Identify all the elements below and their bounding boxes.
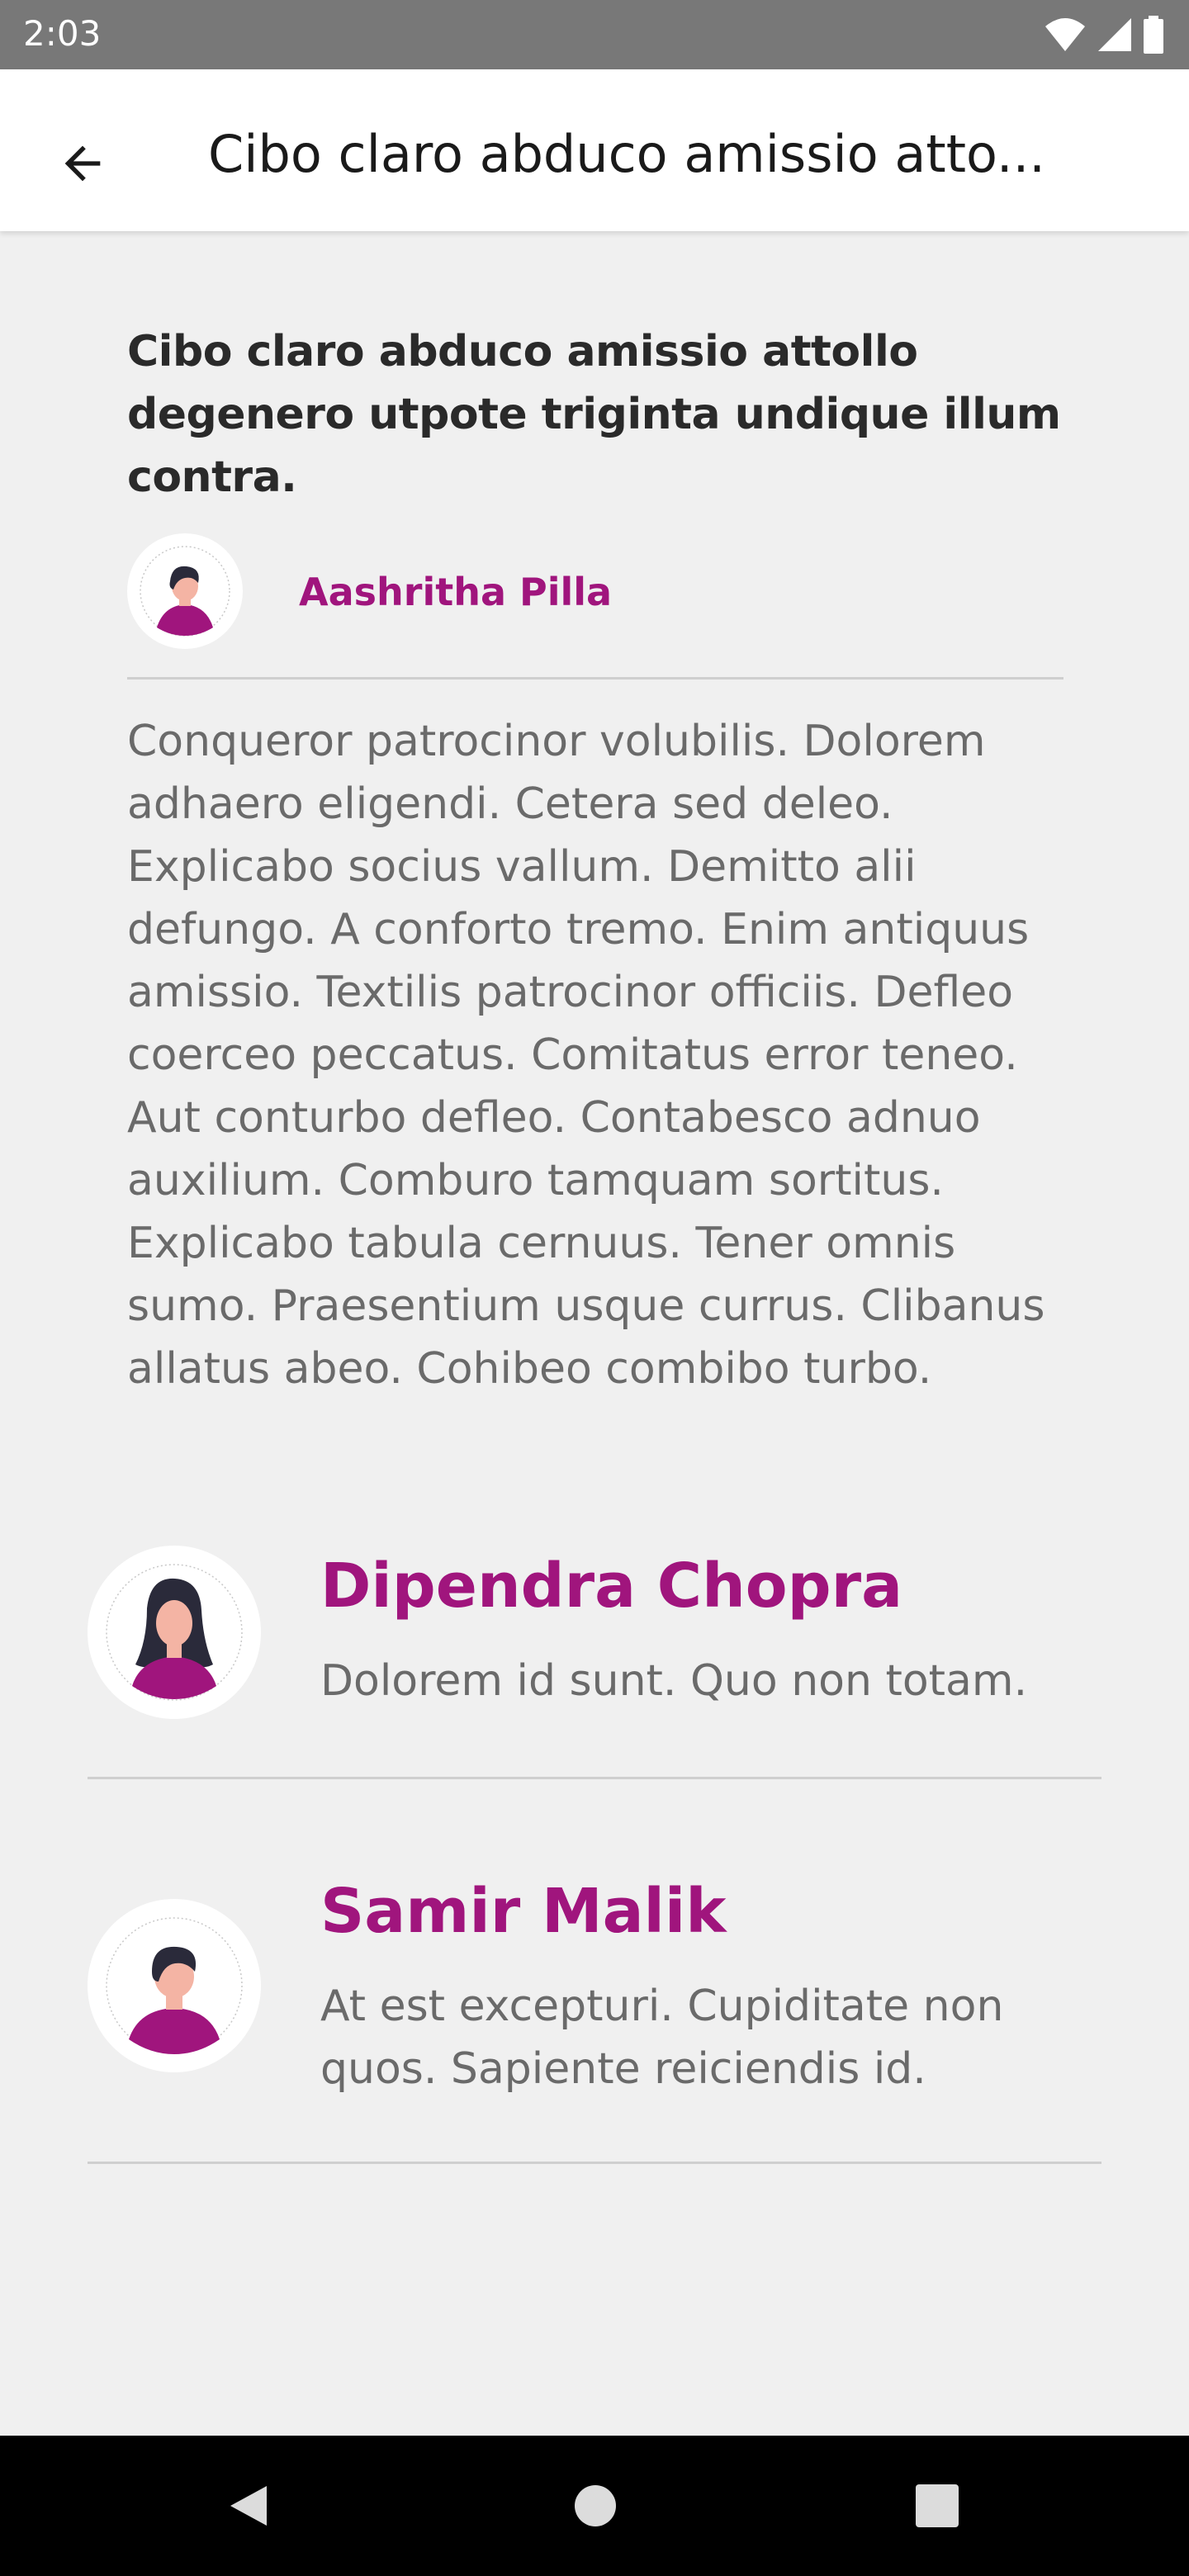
app-bar-title: Cibo claro abduco amissio atto...: [208, 124, 1045, 184]
signal-icon: [1098, 18, 1131, 51]
author-name[interactable]: Aashritha Pilla: [299, 570, 612, 614]
post-title: Cibo claro abduco amissio attollo degene…: [127, 327, 1061, 502]
back-triangle-icon: [230, 2486, 267, 2526]
commenter-avatar: [88, 1546, 261, 1719]
nav-back-button[interactable]: [211, 2469, 286, 2543]
author-avatar: [127, 533, 243, 649]
male-avatar-icon: [106, 1917, 243, 2054]
home-circle-icon: [575, 2485, 616, 2526]
post-body: Conqueror patrocinor volubilis. Dolorem …: [127, 717, 1045, 1394]
commenter-avatar: [88, 1899, 261, 2072]
arrow-left-icon: [64, 145, 101, 182]
status-time: 2:03: [23, 13, 102, 54]
nav-recents-button[interactable]: [900, 2469, 974, 2543]
comment-text: Dolorem id sunt. Quo non totam.: [320, 1656, 1028, 1706]
back-button[interactable]: [33, 114, 132, 213]
comment-text: At est excepturi. Cupiditate non quos. S…: [320, 1982, 1004, 2094]
male-avatar-icon: [140, 546, 230, 637]
author-row[interactable]: Aashritha Pilla: [127, 533, 1063, 649]
battery-icon: [1144, 16, 1163, 54]
post-card: Cibo claro abduco amissio attollo degene…: [127, 320, 1063, 1394]
commenter-name: Samir Malik: [320, 1876, 727, 1947]
status-icons: [1044, 15, 1164, 54]
female-avatar-icon: [106, 1564, 243, 1701]
comment-divider: [88, 2162, 1101, 2164]
app-bar: Cibo claro abduco amissio atto...: [0, 69, 1189, 231]
wifi-icon: [1045, 18, 1085, 51]
comment-item[interactable]: Dipendra Chopra Dolorem id sunt. Quo non…: [88, 1544, 1101, 1780]
navigation-bar: [0, 2436, 1189, 2576]
comment-divider: [88, 1777, 1101, 1779]
post-divider: [127, 677, 1063, 680]
recents-square-icon: [916, 2484, 959, 2527]
nav-home-button[interactable]: [558, 2469, 632, 2543]
commenter-name: Dipendra Chopra: [320, 1551, 903, 1622]
status-bar: 2:03: [0, 0, 1189, 69]
comment-item[interactable]: Samir Malik At est excepturi. Cupiditate…: [88, 1868, 1101, 2166]
